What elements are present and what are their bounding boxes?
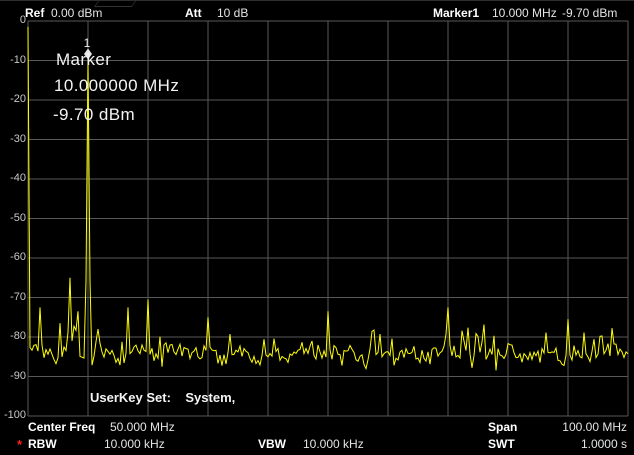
system-message: UserKey Set: System, — [90, 390, 235, 405]
swt-value: 1.0000 s — [500, 437, 627, 451]
y-axis-tick-label: -10 — [0, 54, 26, 67]
attenuation-value: 10 dB — [217, 6, 248, 20]
marker-annotation-freq: 10.000000 MHz — [54, 76, 179, 96]
y-axis-tick-label: -40 — [0, 172, 26, 185]
vbw-value: 10.000 kHz — [303, 437, 364, 451]
marker-readout-freq: 10.000 MHz — [492, 6, 557, 20]
marker-readout-label: Marker1 — [433, 6, 479, 20]
ref-level-value: 0.00 dBm — [51, 6, 102, 20]
rbw-label: RBW — [28, 437, 57, 451]
ref-level-label: Ref — [25, 6, 44, 20]
y-axis-tick-label: -50 — [0, 212, 26, 225]
attenuation-label: Att — [185, 6, 202, 20]
marker-annotation-title: Marker — [56, 50, 111, 70]
y-axis-tick-label: 0 — [0, 14, 26, 27]
y-axis-tick-label: -100 — [0, 409, 26, 422]
rbw-value: 10.000 kHz — [104, 437, 165, 451]
uncal-asterisk-icon: * — [17, 437, 22, 452]
y-axis-tick-label: -70 — [0, 291, 26, 304]
y-axis-tick-label: -60 — [0, 251, 26, 264]
marker-number-label: 1 — [84, 36, 91, 50]
y-axis-tick-label: -30 — [0, 133, 26, 146]
center-freq-value: 50.000 MHz — [110, 420, 175, 434]
vbw-label: VBW — [258, 437, 286, 451]
y-axis-tick-label: -20 — [0, 93, 26, 106]
span-value: 100.00 MHz — [500, 420, 627, 434]
center-freq-label: Center Freq — [28, 420, 95, 434]
y-axis-tick-label: -90 — [0, 370, 26, 383]
y-axis-tick-label: -80 — [0, 330, 26, 343]
marker-annotation-ampl: -9.70 dBm — [53, 105, 135, 125]
marker-readout-ampl: -9.70 dBm — [562, 6, 617, 20]
spectrum-analyzer-screen: { "header": { "ref_label": "Ref", "ref_v… — [0, 0, 634, 455]
